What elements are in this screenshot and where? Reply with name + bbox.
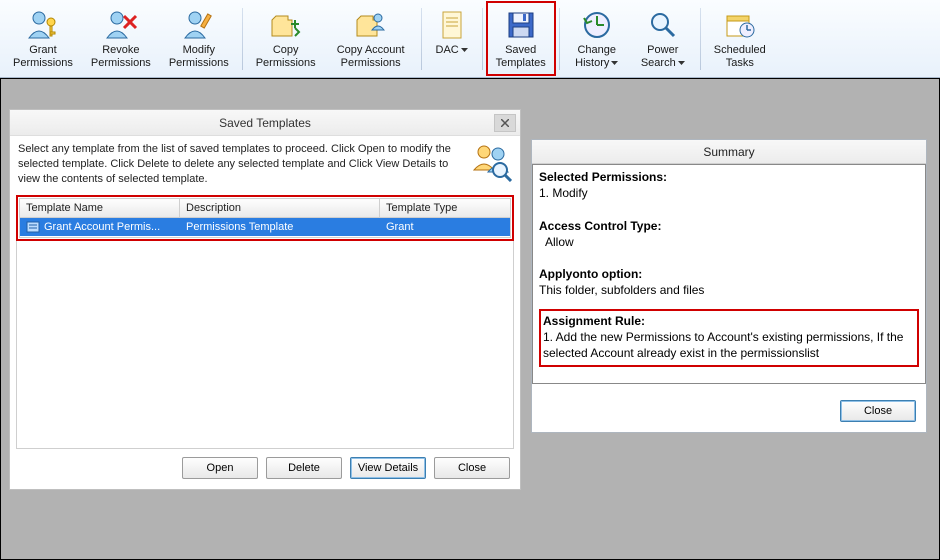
summary-close-button[interactable]: Close <box>840 400 916 422</box>
summary-panel: Summary Selected Permissions: 1. Modify … <box>531 139 927 433</box>
label: History <box>575 57 618 70</box>
delete-button[interactable]: Delete <box>266 457 342 479</box>
revoke-permissions-button[interactable]: Revoke Permissions <box>82 3 160 75</box>
label: Search <box>641 57 685 70</box>
grant-permissions-icon <box>26 8 60 42</box>
col-template-name[interactable]: Template Name <box>20 199 180 217</box>
grid-empty-area <box>16 241 514 449</box>
copy-permissions-button[interactable]: Copy Permissions <box>247 3 325 75</box>
label: Permissions <box>13 57 73 70</box>
selected-permissions-value: 1. Modify <box>539 185 919 201</box>
modify-permissions-button[interactable]: Modify Permissions <box>160 3 238 75</box>
applyonto-value: This folder, subfolders and files <box>539 282 919 298</box>
saved-templates-icon <box>504 8 538 42</box>
dialog-close-button[interactable] <box>494 114 516 132</box>
col-template-type[interactable]: Template Type <box>380 199 510 217</box>
separator <box>242 8 243 70</box>
label: Tasks <box>726 57 754 70</box>
selected-permissions-label: Selected Permissions: <box>539 170 667 184</box>
separator <box>421 8 422 70</box>
scheduled-tasks-icon <box>723 8 757 42</box>
close-button[interactable]: Close <box>434 457 510 479</box>
workspace: Saved Templates Select any template from… <box>0 78 940 560</box>
dialog-title: Saved Templates <box>219 116 311 130</box>
open-button[interactable]: Open <box>182 457 258 479</box>
assignment-rule-label: Assignment Rule: <box>543 314 645 328</box>
power-search-icon <box>646 8 680 42</box>
label: Modify <box>183 44 215 57</box>
label: Permissions <box>169 57 229 70</box>
summary-title: Summary <box>532 140 926 164</box>
grid-body: Grant Account Permis... Permissions Temp… <box>19 218 511 238</box>
dropdown-arrow-icon <box>611 61 618 65</box>
summary-body: Selected Permissions: 1. Modify Access C… <box>532 164 926 384</box>
dac-icon <box>435 8 469 42</box>
grant-permissions-button[interactable]: Grant Permissions <box>4 3 82 75</box>
dropdown-arrow-icon <box>678 61 685 65</box>
grid-header: Template Name Description Template Type <box>19 198 511 218</box>
summary-content[interactable]: Selected Permissions: 1. Modify Access C… <box>532 164 926 384</box>
template-grid-highlight: Template Name Description Template Type … <box>16 195 514 241</box>
table-row[interactable]: Grant Account Permis... Permissions Temp… <box>20 218 510 236</box>
power-search-button[interactable]: Power Search <box>630 3 696 75</box>
saved-templates-button[interactable]: Saved Templates <box>487 3 555 75</box>
cell-type: Grant <box>380 221 510 233</box>
label: Templates <box>496 57 546 70</box>
close-icon <box>501 119 509 127</box>
label: Change <box>577 44 616 57</box>
dialog-intro: Select any template from the list of sav… <box>10 136 520 195</box>
separator <box>700 8 701 70</box>
col-description[interactable]: Description <box>180 199 380 217</box>
label: Permissions <box>91 57 151 70</box>
dialog-titlebar: Saved Templates <box>10 110 520 136</box>
label: Permissions <box>256 57 316 70</box>
assignment-rule-highlight: Assignment Rule: 1. Add the new Permissi… <box>539 309 919 368</box>
copy-account-permissions-button[interactable]: Copy Account Permissions <box>325 3 417 75</box>
dropdown-arrow-icon <box>461 48 468 52</box>
label: Saved <box>505 44 536 57</box>
scheduled-tasks-button[interactable]: Scheduled Tasks <box>705 3 775 75</box>
revoke-permissions-icon <box>104 8 138 42</box>
cell-name: Grant Account Permis... <box>44 221 160 233</box>
separator <box>559 8 560 70</box>
label: Grant <box>29 44 57 57</box>
label: Scheduled <box>714 44 766 57</box>
users-search-icon <box>472 142 512 182</box>
label <box>450 57 453 70</box>
summary-button-row: Close <box>532 384 926 432</box>
label: Revoke <box>102 44 139 57</box>
assignment-rule-value: 1. Add the new Permissions to Account's … <box>543 329 915 361</box>
copy-permissions-icon <box>269 8 303 42</box>
access-control-type-value: Allow <box>539 234 919 250</box>
label: Copy Account <box>337 44 405 57</box>
ribbon-toolbar: Grant Permissions Revoke Permissions Mod… <box>0 0 940 78</box>
applyonto-label: Applyonto option: <box>539 267 642 281</box>
label: Power <box>647 44 678 57</box>
access-control-type-label: Access Control Type: <box>539 219 661 233</box>
change-history-button[interactable]: Change History <box>564 3 630 75</box>
copy-account-permissions-icon <box>354 8 388 42</box>
dialog-button-row: Open Delete View Details Close <box>10 449 520 489</box>
saved-templates-dialog: Saved Templates Select any template from… <box>9 109 521 490</box>
separator <box>482 8 483 70</box>
modify-permissions-icon <box>182 8 216 42</box>
change-history-icon <box>580 8 614 42</box>
view-details-button[interactable]: View Details <box>350 457 426 479</box>
label: DAC <box>436 44 468 57</box>
cell-desc: Permissions Template <box>180 221 380 233</box>
label: Copy <box>273 44 299 57</box>
template-item-icon <box>26 220 40 234</box>
dac-button[interactable]: DAC <box>426 3 478 75</box>
label: Permissions <box>341 57 401 70</box>
dialog-intro-text: Select any template from the list of sav… <box>18 142 464 187</box>
